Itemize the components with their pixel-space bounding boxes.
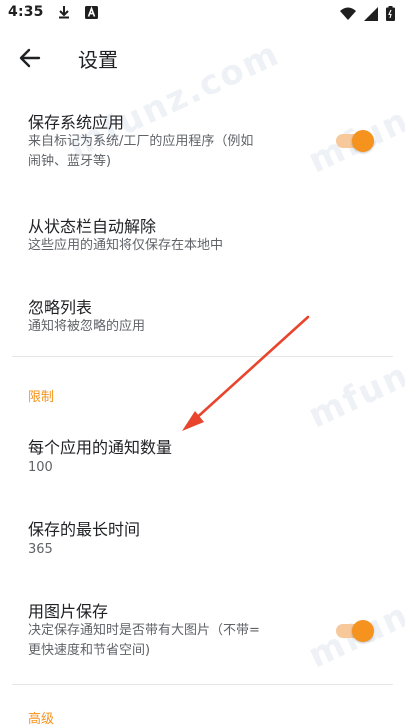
notification-a-icon	[84, 4, 100, 20]
setting-description: 来自标记为系统/工厂的应用程序（例如 闹钟、蓝牙等)	[28, 134, 254, 169]
setting-label: 忽略列表	[28, 298, 93, 317]
setting-description: 通知将被忽略的应用	[28, 319, 146, 334]
setting-save-system-apps[interactable]: 保存系统应用 来自标记为系统/工厂的应用程序（例如 闹钟、蓝牙等)	[0, 100, 405, 186]
save-with-images-toggle[interactable]	[336, 618, 376, 644]
setting-label: 保存的最长时间	[28, 520, 141, 539]
setting-description: 这些应用的通知将仅保存在本地中	[28, 238, 224, 253]
setting-auto-dismiss[interactable]: 从状态栏自动解除 这些应用的通知将仅保存在本地中	[0, 200, 405, 264]
save-system-apps-toggle[interactable]	[336, 128, 376, 154]
status-bar: 4:35	[0, 0, 405, 28]
setting-description: 决定保存通知时是否带有大图片（不带= 更快速度和节省空间)	[28, 623, 260, 658]
divider	[12, 684, 393, 685]
status-time: 4:35	[8, 4, 44, 20]
battery-icon	[386, 6, 395, 25]
section-header-limits: 限制	[28, 390, 55, 405]
setting-value: 100	[28, 460, 53, 475]
status-right	[340, 6, 395, 25]
download-icon	[56, 4, 72, 20]
page-title: 设置	[78, 48, 118, 72]
wifi-icon	[340, 6, 356, 25]
section-header-advanced: 高级	[28, 712, 55, 727]
arrow-left-icon	[19, 48, 41, 68]
setting-label: 从状态栏自动解除	[28, 217, 157, 236]
divider	[12, 356, 393, 357]
setting-value: 365	[28, 542, 53, 557]
toggle-thumb	[352, 620, 374, 642]
toggle-thumb	[352, 130, 374, 152]
back-button[interactable]	[18, 46, 42, 70]
signal-icon	[364, 6, 378, 25]
setting-label: 每个应用的通知数量	[28, 438, 173, 457]
setting-ignore-list[interactable]: 忽略列表 通知将被忽略的应用	[0, 283, 405, 347]
setting-label: 保存系统应用	[28, 113, 125, 132]
setting-max-retention-time[interactable]: 保存的最长时间 365	[0, 502, 405, 564]
setting-label: 用图片保存	[28, 602, 109, 621]
setting-save-with-images[interactable]: 用图片保存 决定保存通知时是否带有大图片（不带= 更快速度和节省空间)	[0, 588, 405, 674]
status-left: 4:35	[8, 4, 100, 20]
setting-notifications-per-app[interactable]: 每个应用的通知数量 100	[0, 420, 405, 482]
